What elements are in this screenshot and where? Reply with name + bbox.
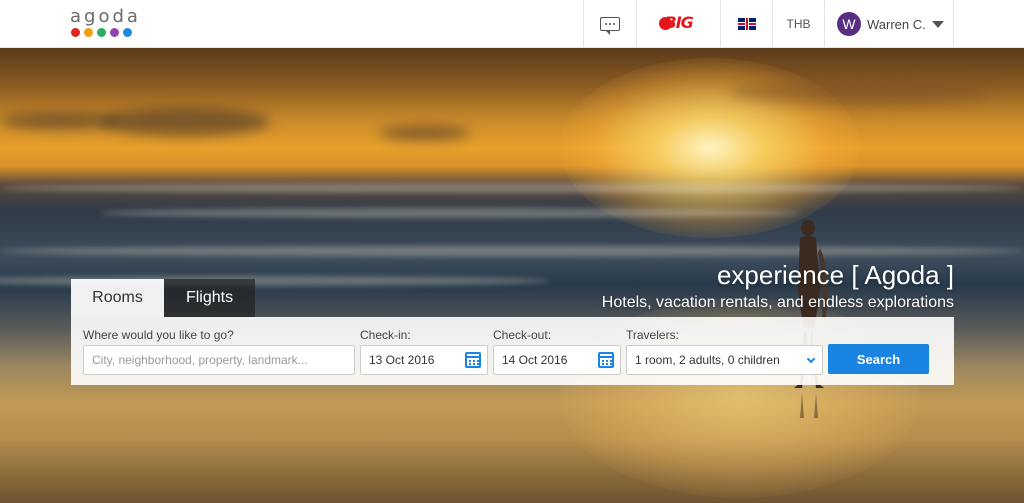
travelers-label: Travelers: [626,328,679,342]
chat-icon [600,17,620,35]
checkout-date-value: 14 Oct 2016 [502,353,568,367]
destination-input[interactable]: City, neighborhood, property, landmark..… [83,345,355,375]
checkin-label: Check-in: [360,328,411,342]
logo-dots [71,28,132,37]
uk-flag-icon [737,18,756,30]
logo-text: agoda [70,6,141,27]
tab-flights[interactable]: Flights [164,279,255,317]
user-name: Warren C. [867,16,926,32]
hero-subtagline: Hotels, vacation rentals, and endless ex… [601,294,954,311]
calendar-icon[interactable] [598,352,614,368]
top-navbar: agoda BIG THB W Warren C. [0,0,1024,48]
search-button[interactable]: Search [828,344,929,374]
caret-down-icon [931,20,944,28]
search-panel: Where would you like to go? City, neighb… [71,317,954,385]
agoda-logo[interactable]: agoda [70,6,150,42]
travelers-value: 1 room, 2 adults, 0 children [635,353,780,367]
user-menu[interactable]: W Warren C. [824,0,954,48]
currency-label: THB [786,17,811,31]
big-rewards-label: BIG [664,13,694,32]
checkout-label: Check-out: [493,328,552,342]
hero-tagline: experience [ Agoda ] [716,260,954,290]
tab-rooms[interactable]: Rooms [71,279,164,317]
hero-banner: experience [ Agoda ] Hotels, vacation re… [0,48,1024,503]
destination-label: Where would you like to go? [83,328,234,342]
chevron-down-icon [806,354,816,364]
checkin-date-value: 13 Oct 2016 [369,353,435,367]
travelers-select[interactable]: 1 room, 2 adults, 0 children [626,345,823,375]
messages-button[interactable] [583,0,636,48]
currency-selector[interactable]: THB [772,0,824,48]
checkout-date-field[interactable]: 14 Oct 2016 [493,345,621,375]
big-rewards-button[interactable]: BIG [636,0,720,48]
checkin-date-field[interactable]: 13 Oct 2016 [360,345,488,375]
calendar-icon[interactable] [465,352,481,368]
language-selector[interactable] [720,0,772,48]
avatar: W [837,12,861,36]
big-rewards-logo: BIG [658,12,699,36]
